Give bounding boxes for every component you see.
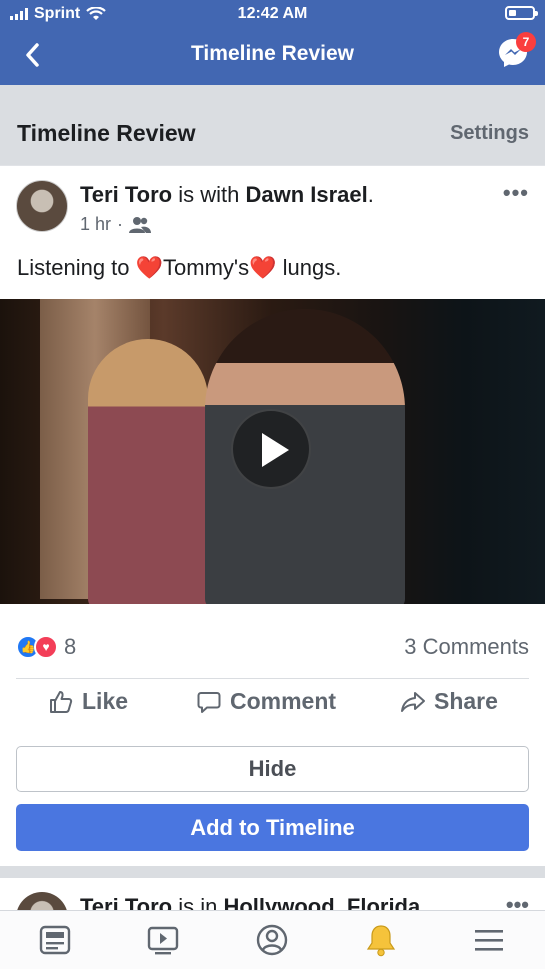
video-subject (88, 339, 208, 604)
review-title: Timeline Review (17, 120, 196, 146)
more-dots-icon[interactable]: ••• (503, 180, 529, 206)
post-separator (0, 866, 545, 878)
news-feed-icon[interactable] (38, 923, 72, 957)
post-text: Listening to ❤️Tommy's❤️ lungs. (17, 255, 341, 281)
reaction-count: 8 (64, 634, 77, 659)
post-text-part: Tommy's (163, 255, 250, 280)
tagged-name[interactable]: Dawn Israel (245, 182, 367, 207)
share-button[interactable]: Share (400, 688, 498, 715)
like-button[interactable]: Like (48, 688, 128, 715)
thumbs-up-icon (50, 690, 73, 713)
period: . (367, 182, 374, 207)
add-to-timeline-button[interactable]: Add to Timeline (16, 804, 529, 851)
divider (16, 678, 529, 679)
comments-count[interactable]: 3 Comments (404, 634, 529, 660)
with-text: is with (178, 182, 240, 207)
watch-icon[interactable] (146, 923, 180, 957)
author-name[interactable]: Teri Toro (80, 182, 172, 207)
menu-icon[interactable] (472, 923, 506, 957)
share-arrow-icon (401, 691, 425, 712)
comment-button[interactable]: Comment (196, 688, 336, 715)
comment-bubble-icon (197, 691, 221, 713)
heart-emoji: ❤️ (135, 255, 164, 280)
play-icon (262, 433, 289, 467)
heart-emoji: ❤️ (249, 255, 277, 280)
status-bar: Sprint 12:42 AM (0, 0, 545, 28)
status-time: 12:42 AM (237, 5, 308, 22)
bottom-tab-bar (0, 910, 545, 969)
top-app-bar: Sprint 12:42 AM Timeline Review 7 (0, 0, 545, 85)
post-meta: 1 hr · (80, 214, 152, 235)
post-actions: Like Comment Share (0, 688, 545, 724)
like-label: Like (82, 688, 129, 714)
reaction-summary[interactable]: 👍 ♥ 8 (16, 634, 76, 660)
meta-dot: · (117, 214, 124, 234)
profile-icon[interactable] (255, 923, 289, 957)
play-button[interactable] (231, 409, 311, 489)
love-reaction-icon: ♥ (34, 635, 58, 659)
battery-icon (505, 6, 538, 20)
hide-button[interactable]: Hide (16, 746, 529, 792)
nav-row: Timeline Review 7 (0, 30, 545, 80)
group-privacy-icon (129, 216, 152, 233)
share-label: Share (434, 688, 498, 714)
bell-icon[interactable] (364, 923, 398, 957)
settings-link[interactable]: Settings (450, 122, 529, 145)
messenger-badge: 7 (516, 32, 536, 52)
nav-title: Timeline Review (190, 42, 355, 65)
post-text-part: lungs. (276, 255, 342, 280)
author-avatar[interactable] (16, 180, 68, 232)
post-author-line: Teri Toro is with Dawn Israel. (80, 182, 374, 208)
comment-label: Comment (230, 688, 337, 714)
post-time[interactable]: 1 hr (80, 214, 111, 235)
post-text-part: Listening to (17, 255, 136, 280)
